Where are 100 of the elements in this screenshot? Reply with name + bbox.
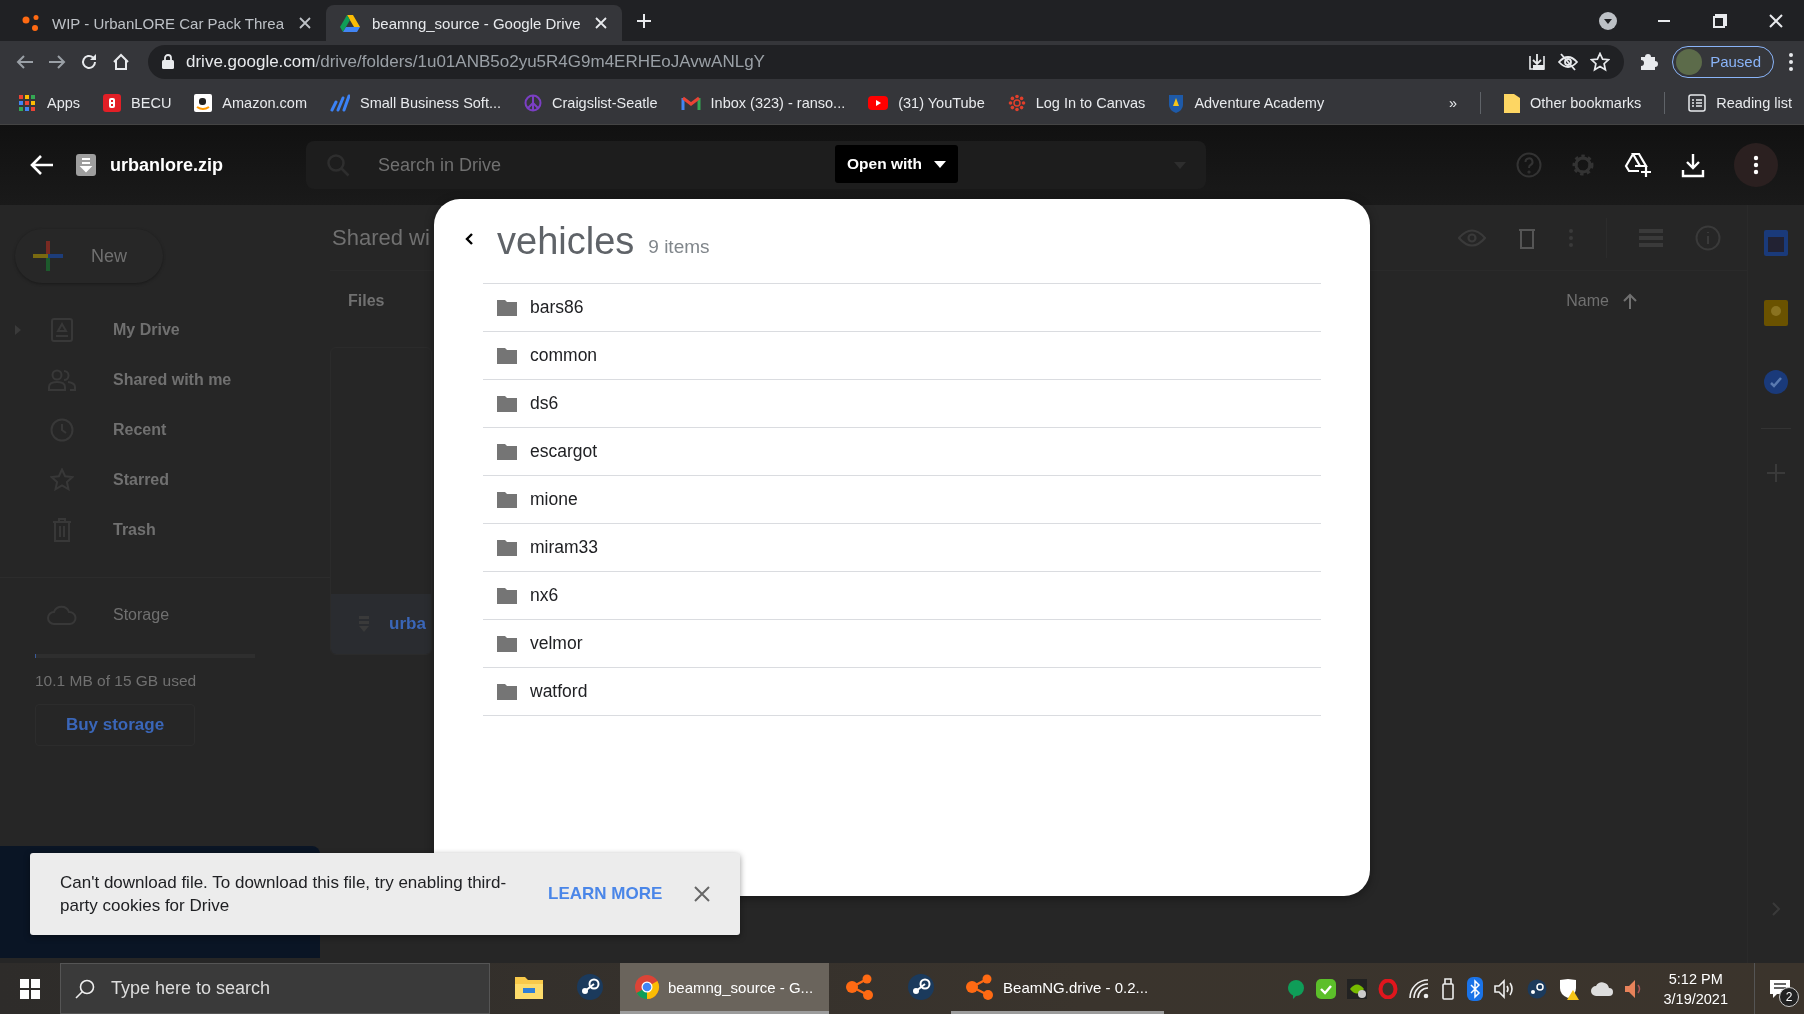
close-icon-glyph bbox=[298, 16, 313, 30]
folder-icon bbox=[497, 299, 517, 316]
more-vertical-icon[interactable] bbox=[1788, 51, 1794, 72]
windows-logo-icon bbox=[20, 978, 40, 999]
taskbar-search-field[interactable]: Type here to search bbox=[60, 963, 490, 1014]
back-arrow-icon[interactable] bbox=[30, 154, 54, 176]
lock-icon bbox=[162, 54, 174, 69]
avatar-circle bbox=[1676, 48, 1703, 75]
restore-icon[interactable] bbox=[1713, 13, 1727, 28]
clock-date: 3/19/2021 bbox=[1663, 989, 1728, 1009]
more-vertical-icon bbox=[1753, 155, 1759, 175]
folder-row[interactable]: common bbox=[483, 332, 1321, 380]
chat-bubble-icon[interactable] bbox=[1287, 978, 1306, 999]
folder-title: vehicles bbox=[497, 219, 635, 263]
folder-icon bbox=[497, 443, 517, 460]
folder-icon bbox=[497, 587, 517, 604]
section-label: Files bbox=[348, 292, 385, 310]
bluetooth-icon[interactable] bbox=[1467, 976, 1484, 1001]
eye-slash-icon[interactable] bbox=[1558, 52, 1579, 71]
arrow-up-icon bbox=[1623, 293, 1637, 309]
check-circle-icon[interactable] bbox=[1764, 370, 1788, 394]
close-icon bbox=[694, 886, 711, 902]
drive-logo-icon bbox=[340, 14, 361, 32]
folder-row[interactable]: escargot bbox=[483, 428, 1321, 476]
add-to-drive-icon[interactable] bbox=[1624, 152, 1652, 178]
clock-time: 5:12 PM bbox=[1668, 969, 1723, 989]
bookmark[interactable]: (31) YouTube bbox=[868, 95, 985, 111]
back-button[interactable] bbox=[465, 233, 473, 245]
wifi-icon[interactable] bbox=[1409, 978, 1430, 999]
puzzle-icon[interactable] bbox=[1638, 51, 1659, 72]
folder-row[interactable]: miram33 bbox=[483, 524, 1321, 572]
peace-icon bbox=[524, 94, 542, 112]
bookmark[interactable]: Inbox (323) - ranso... bbox=[680, 95, 846, 111]
check-badge-icon[interactable] bbox=[1316, 978, 1337, 999]
notification-count: 2 bbox=[1779, 987, 1799, 1007]
home-icon[interactable] bbox=[112, 52, 130, 71]
open-with-button[interactable]: Open with bbox=[835, 145, 958, 183]
folder-row[interactable]: watford bbox=[483, 668, 1321, 716]
folder-icon bbox=[497, 635, 517, 652]
folder-icon bbox=[497, 491, 517, 508]
clock[interactable]: 5:12 PM 3/19/2021 bbox=[1655, 968, 1746, 1009]
dropdown-icon[interactable] bbox=[1599, 11, 1617, 30]
steam-icon[interactable] bbox=[1527, 978, 1548, 999]
zip-file-icon bbox=[76, 154, 96, 176]
cloud-icon[interactable] bbox=[1591, 981, 1614, 996]
forward-arrow-icon[interactable] bbox=[48, 52, 66, 71]
bookmark[interactable]: BECU bbox=[103, 94, 172, 112]
bookmark[interactable]: Small Business Soft... bbox=[330, 94, 501, 112]
molecule-icon bbox=[844, 974, 875, 1000]
molecule-icon bbox=[22, 14, 40, 32]
steam-icon bbox=[575, 973, 604, 1001]
stripes-icon bbox=[330, 94, 350, 112]
usb-drive-icon[interactable] bbox=[1440, 977, 1457, 1000]
snackbar-message: Can't download file. To download this file, try enabling third-party cookies for Drive bbox=[60, 872, 508, 917]
address-bar[interactable]: drive.google.com/drive/folders/1u01ANB5o2yu5R4G9m4ERHEoJAvwANLgY bbox=[148, 44, 1625, 79]
browser-tab[interactable]: WIP - UrbanLORE Car Pack Threa bbox=[8, 5, 327, 41]
shield-warning-icon[interactable] bbox=[1558, 977, 1581, 1000]
folder-row[interactable]: nx6 bbox=[483, 572, 1321, 620]
folder-icon bbox=[1504, 93, 1520, 113]
profile-button[interactable]: Paused bbox=[1672, 45, 1774, 78]
taskbar-window-button[interactable]: BeamNG.drive - 0.2... bbox=[951, 963, 1165, 1014]
reload-icon[interactable] bbox=[80, 52, 98, 71]
download-icon[interactable] bbox=[1680, 152, 1706, 178]
bookmarks-overflow[interactable]: » bbox=[1448, 95, 1457, 111]
grid-icon bbox=[18, 93, 37, 113]
bookmark[interactable]: Adventure Academy bbox=[1168, 93, 1325, 113]
bookmark-folder[interactable]: Other bookmarks bbox=[1504, 93, 1642, 113]
play-icon bbox=[868, 96, 889, 110]
taskbar-window-button[interactable]: beamng_source - G... bbox=[620, 963, 830, 1014]
install-icon[interactable] bbox=[1528, 52, 1547, 71]
shield-icon bbox=[1168, 93, 1185, 113]
browser-tab[interactable]: beamng_source - Google Drive bbox=[326, 5, 623, 41]
close-icon-glyph bbox=[594, 16, 609, 30]
folder-icon bbox=[497, 395, 517, 412]
caret-down-icon bbox=[933, 160, 946, 168]
ring-icon[interactable] bbox=[1378, 978, 1399, 999]
steam-icon bbox=[906, 973, 935, 1001]
reading-list[interactable]: Reading list bbox=[1688, 94, 1792, 112]
folder-row[interactable]: mione bbox=[483, 476, 1321, 524]
bookmark[interactable]: Amazon.com bbox=[194, 94, 307, 112]
list-icon bbox=[1688, 94, 1707, 112]
folder-icon bbox=[497, 539, 517, 556]
folder-icon bbox=[514, 975, 543, 999]
plus-icon bbox=[31, 239, 65, 273]
bookmark[interactable]: Craigslist-Seatle bbox=[524, 94, 658, 112]
url-text: drive.google.com/drive/folders/1u01ANB5o2yu5R4G9m4ERHEoJAvwANLgY bbox=[186, 51, 766, 72]
file-name: urba bbox=[389, 614, 426, 634]
folder-icon bbox=[497, 347, 517, 364]
bookmark[interactable]: Log In to Canvas bbox=[1007, 94, 1146, 112]
folder-icon bbox=[497, 683, 517, 700]
folder-row[interactable]: velmor bbox=[483, 620, 1321, 668]
folder-row[interactable]: bars86 bbox=[483, 284, 1321, 332]
molecule-icon bbox=[965, 974, 996, 1000]
more-options-button[interactable] bbox=[1734, 143, 1778, 187]
dot-ring-icon bbox=[1007, 94, 1026, 112]
notification-button[interactable]: 2 bbox=[1754, 963, 1804, 1014]
bookmark[interactable]: Apps bbox=[18, 93, 81, 113]
bank-logo-icon bbox=[103, 94, 122, 112]
folder-row[interactable]: ds6 bbox=[483, 380, 1321, 428]
close-icon[interactable] bbox=[1769, 13, 1783, 28]
